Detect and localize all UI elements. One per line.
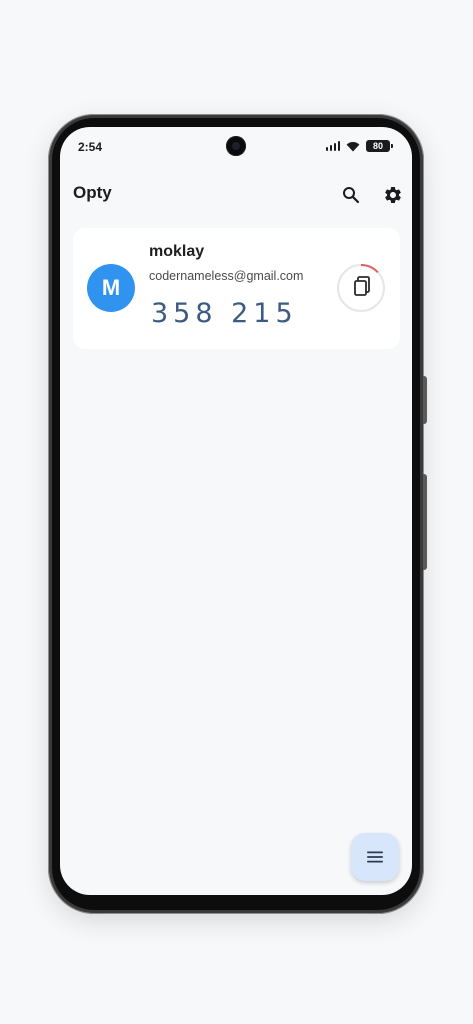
screen: 2:54 80 Opty M moklay codernameless@gmai… [60, 127, 412, 895]
search-button[interactable] [337, 181, 365, 209]
app-title: Opty [73, 183, 112, 202]
countdown-timer [337, 264, 385, 312]
avatar: M [87, 264, 135, 312]
volume-button [423, 376, 427, 424]
status-icons: 80 [325, 140, 393, 152]
status-time: 2:54 [78, 140, 103, 154]
account-email: codernameless@gmail.com [149, 269, 304, 283]
battery-icon: 80 [366, 140, 393, 152]
app-bar: Opty [60, 173, 412, 213]
otp-code: 358 215 [151, 298, 298, 329]
account-name: moklay [149, 243, 205, 260]
signal-icon [325, 141, 340, 151]
account-card[interactable]: M moklay codernameless@gmail.com 358 215 [73, 228, 400, 349]
menu-icon [367, 851, 383, 863]
settings-button[interactable] [379, 181, 407, 209]
wifi-icon [346, 141, 360, 151]
menu-fab[interactable] [351, 833, 399, 881]
search-icon [343, 187, 360, 204]
copy-button[interactable] [336, 263, 386, 313]
status-bar: 2:54 80 [60, 127, 412, 167]
front-camera [226, 136, 246, 156]
power-button [423, 474, 427, 570]
settings-icon [385, 187, 401, 203]
